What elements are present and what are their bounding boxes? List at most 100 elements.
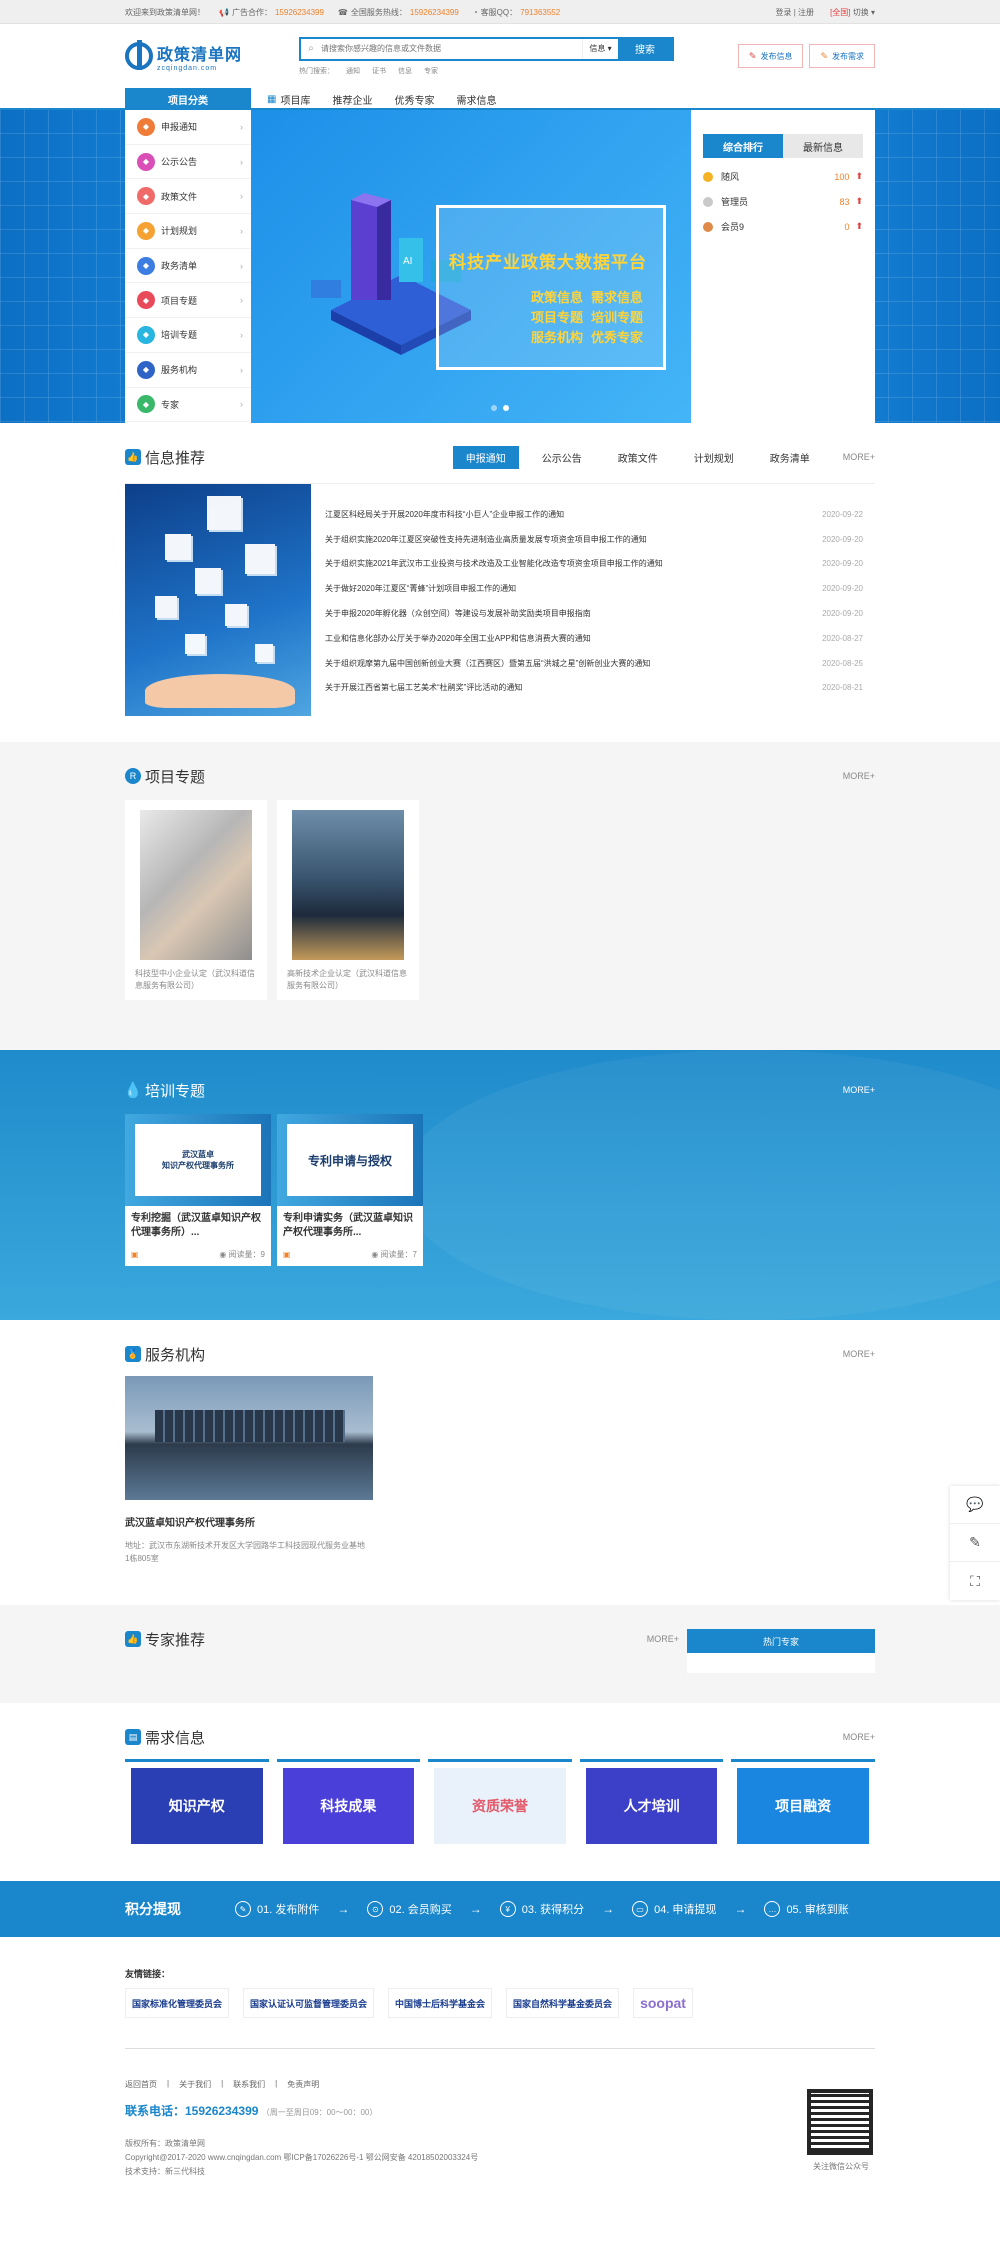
info-list-item[interactable]: 关于组织观摩第九届中国创新创业大赛（江西赛区）暨第五届“洪城之星”创新创业大赛的…	[325, 651, 863, 676]
building-photo[interactable]	[125, 1376, 373, 1500]
site-logo[interactable]: 政策清单网 zcqingdan.com	[125, 40, 295, 72]
info-list-item[interactable]: 工业和信息化部办公厅关于举办2020年全国工业APP和信息消费大赛的通知 2020…	[325, 626, 863, 651]
side-menu-item[interactable]: ◆ 公示公告 ›	[125, 145, 251, 180]
project-card[interactable]: 高新技术企业认定（武汉科道信息服务有限公司）	[277, 800, 419, 1000]
hot-search-item[interactable]: 通知	[346, 66, 360, 76]
footer-link-contact[interactable]: 联系我们	[233, 2079, 265, 2090]
hot-search-item[interactable]: 信息	[398, 66, 412, 76]
hot-search-item[interactable]: 专家	[424, 66, 438, 76]
nav-item-project-library[interactable]: ▦ 项目库	[267, 92, 310, 107]
link-logo[interactable]: 中国博士后科学基金会	[388, 1988, 493, 2018]
link-logo[interactable]: 国家自然科学基金委员会	[506, 1988, 620, 2018]
medal-icon	[703, 196, 713, 207]
side-menu-item[interactable]: ◆ 项目专题 ›	[125, 283, 251, 319]
hot-search-item[interactable]: 证书	[372, 66, 386, 76]
more-link[interactable]: MORE+	[647, 1634, 679, 1644]
tab-notices[interactable]: 申报通知	[452, 445, 519, 469]
demand-card[interactable]: 项目融资	[731, 1759, 875, 1857]
tab-hot-experts[interactable]: 热门专家	[687, 1629, 875, 1653]
demand-card[interactable]: 资质荣誉	[428, 1759, 572, 1857]
info-list-item[interactable]: 关于做好2020年江夏区“菁蜂”计划项目申报工作的通知 2020-09-20	[325, 576, 863, 601]
slide-dot-active[interactable]	[503, 405, 509, 411]
megaphone-icon: 📢	[219, 7, 229, 17]
info-illustration	[125, 484, 311, 716]
tab-latest-info[interactable]: 最新信息	[783, 134, 863, 158]
region-switch[interactable]: [全国] 切换 ▾	[830, 7, 875, 18]
qq-icon: ◔	[472, 7, 478, 17]
grid-icon: ▦	[267, 93, 277, 105]
scan-icon[interactable]: ⛶	[950, 1562, 1000, 1600]
category-menu-title[interactable]: 项目分类	[125, 88, 251, 110]
link-logo[interactable]: 国家认证认可监督管理委员会	[243, 1988, 375, 2018]
category-icon: ◆	[137, 291, 155, 310]
demand-card[interactable]: 人才培训	[579, 1759, 724, 1857]
publish-demand-button[interactable]: ✎ 发布需求	[809, 44, 875, 68]
project-card[interactable]: 科技型中小企业认定（武汉科道信息服务有限公司）	[125, 800, 267, 1000]
publish-info-button[interactable]: ✎ 发布信息	[737, 44, 804, 68]
footer-link-disclaimer[interactable]: 免责声明	[287, 2079, 319, 2090]
hero-slide[interactable]: AI 科技产业政策大数据平台 政策信息 需求信息 项目专题 培训专题 服务机构 优秀专…	[251, 110, 691, 423]
nav-item-demand[interactable]: 需求信息	[456, 92, 496, 107]
side-menu-item[interactable]: ◆ 服务机构 ›	[125, 353, 251, 388]
search-type-select[interactable]: 信息 ▾	[582, 38, 618, 59]
link-logo[interactable]: soopat	[633, 1988, 693, 2018]
side-menu-item[interactable]: ◆ 政策文件 ›	[125, 179, 251, 215]
service-section: 🏅 服务机构 MORE+ 武汉蓝卓知识产权代理事务所 地址：武汉市东湖新技术开发…	[125, 1346, 875, 1563]
side-menu-item[interactable]: ◆ 计划规划 ›	[125, 214, 251, 249]
arrow-icon: →	[337, 1902, 350, 1916]
wechat-qr: 关注微信公众号	[807, 2089, 875, 2172]
login-register-link[interactable]: 登录 | 注册	[776, 7, 815, 18]
thumbs-up-icon: 👍	[125, 1631, 141, 1647]
service-phone: 15926234399	[409, 7, 459, 17]
side-menu-item[interactable]: ◆ 政务清单 ›	[125, 249, 251, 284]
search-button[interactable]: 搜索	[618, 38, 672, 59]
info-list-item[interactable]: 关于组织实施2020年江夏区突破性支持先进制造业高质量发展专项资金项目申报工作的…	[325, 527, 863, 552]
info-list-item[interactable]: 关于申报2020年孵化器（众创空间）等建设与发展补助奖励类项目申报指南 2020-…	[325, 601, 863, 626]
rank-row[interactable]: 管理员 83 ⬆	[703, 195, 863, 208]
expert-section: 👍 专家推荐 MORE+ 热门专家	[0, 1605, 1000, 1703]
side-menu-item[interactable]: ◆ 专家 ›	[125, 388, 251, 423]
chevron-right-icon: ›	[240, 295, 243, 306]
search-input[interactable]	[321, 38, 582, 59]
thumbs-up-icon: 👍	[125, 449, 141, 465]
slide-dot[interactable]	[491, 405, 497, 411]
footer-link-home[interactable]: 返回首页	[125, 2079, 157, 2090]
training-card[interactable]: 武汉蓝卓 知识产权代理事务所 专利挖掘（武汉蓝卓知识产权代理事务所）... ▣ ◉…	[125, 1114, 271, 1266]
footer-link-about[interactable]: 关于我们	[179, 2079, 211, 2090]
rank-row[interactable]: 随风 100 ⬆	[703, 170, 863, 183]
nav-item-recommended-companies[interactable]: 推荐企业	[332, 92, 372, 107]
document-icon: ▤	[125, 1729, 141, 1745]
demand-card[interactable]: 知识产权	[125, 1759, 269, 1857]
more-link[interactable]: MORE+	[843, 771, 875, 781]
svg-text:AI: AI	[403, 256, 412, 267]
feedback-icon[interactable]: ✎	[950, 1524, 1000, 1562]
tab-announcements[interactable]: 公示公告	[529, 446, 595, 469]
category-icon: ◆	[137, 117, 155, 136]
info-list-item[interactable]: 江夏区科经局关于开展2020年度市科技“小巨人”企业申报工作的通知 2020-09…	[325, 502, 863, 527]
arrow-up-icon: ⬆	[855, 221, 863, 231]
arrow-icon: →	[602, 1902, 615, 1916]
tab-plans[interactable]: 计划规划	[681, 446, 747, 469]
rank-row[interactable]: 会员9 0 ⬆	[703, 220, 863, 233]
tab-policy-files[interactable]: 政策文件	[605, 446, 671, 469]
nav-item-experts[interactable]: 优秀专家	[394, 92, 434, 107]
more-link[interactable]: MORE+	[843, 1085, 875, 1095]
training-card[interactable]: 专利申请与授权 专利申请实务（武汉蓝卓知识产权代理事务所... ▣ ◉ 阅读量：7	[277, 1114, 423, 1266]
tab-overall-rank[interactable]: 综合排行	[703, 134, 783, 158]
info-list-item[interactable]: 关于开展江西省第七届工艺美术“杜鹃奖”评比活动的通知 2020-08-21	[325, 676, 863, 701]
service-org-name[interactable]: 武汉蓝卓知识产权代理事务所	[125, 1514, 875, 1529]
side-menu-item[interactable]: ◆ 申报通知 ›	[125, 110, 251, 145]
more-link[interactable]: MORE+	[843, 1732, 875, 1742]
category-icon: ◆	[137, 187, 155, 206]
message-icon[interactable]: 💬	[950, 1486, 1000, 1524]
more-link[interactable]: MORE+	[843, 452, 875, 462]
search-box: ⌕ 信息 ▾ 搜索	[299, 36, 674, 61]
tab-gov-list[interactable]: 政务清单	[757, 446, 823, 469]
info-list-item[interactable]: 关于组织实施2021年武汉市工业投资与技术改造及工业智能化改造专项资金项目申报工…	[325, 552, 863, 577]
chat-icon: …	[764, 1901, 781, 1917]
more-link[interactable]: MORE+	[843, 1349, 875, 1359]
demand-card[interactable]: 科技成果	[276, 1759, 421, 1857]
link-logo[interactable]: 国家标准化管理委员会	[125, 1988, 230, 2018]
eye-icon: ◉	[371, 1250, 379, 1259]
side-menu-item[interactable]: ◆ 培训专题 ›	[125, 318, 251, 353]
